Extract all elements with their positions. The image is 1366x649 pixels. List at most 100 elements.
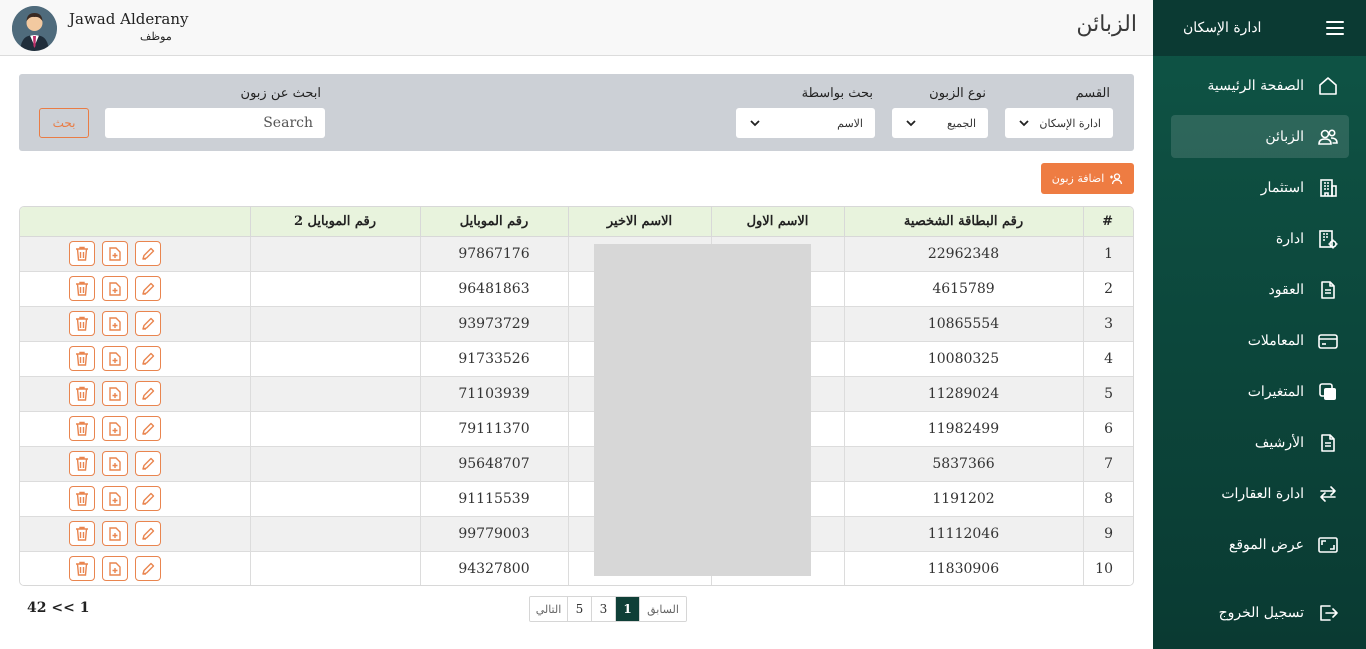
column-header: # [1082, 207, 1133, 237]
search-by-select[interactable]: الاسم [736, 108, 875, 138]
add-document-icon[interactable] [101, 451, 128, 476]
page-button[interactable]: 3 [592, 597, 616, 621]
sidebar-item-label: الصفحة الرئيسية [1207, 77, 1304, 94]
add-customer-button[interactable]: اضافة زبون [1041, 163, 1134, 194]
previous-page-button[interactable]: السابق [640, 597, 686, 621]
search-by-label: بحث بواسطة [801, 86, 873, 101]
id-card-cell: 10865554 [843, 306, 1083, 342]
delete-trash-icon[interactable] [68, 311, 95, 336]
chevron-down-icon [750, 120, 760, 127]
delete-trash-icon[interactable] [68, 416, 95, 441]
sidebar-item-variables[interactable]: المتغيرات [1171, 370, 1349, 413]
actions-cell [20, 516, 250, 552]
table-row: 5 11289024 71103939 [20, 376, 1133, 412]
mobile2-cell [249, 516, 420, 552]
chevron-down-icon [1019, 120, 1029, 127]
mobile-cell: 71103939 [419, 376, 568, 412]
search-input[interactable] [105, 108, 325, 138]
edit-pencil-icon[interactable] [134, 486, 161, 511]
sidebar-item-label: المتغيرات [1247, 383, 1304, 400]
id-card-cell: 5837366 [843, 446, 1083, 482]
mobile-cell: 99779003 [419, 516, 568, 552]
edit-pencil-icon[interactable] [134, 451, 161, 476]
mobile-cell: 79111370 [419, 411, 568, 447]
mobile2-cell [249, 411, 420, 447]
sidebar-item-home[interactable]: الصفحة الرئيسية [1171, 64, 1349, 107]
add-document-icon[interactable] [101, 381, 128, 406]
search-button[interactable]: بحث [39, 108, 89, 138]
hamburger-menu-icon[interactable] [1326, 21, 1344, 35]
edit-pencil-icon[interactable] [134, 521, 161, 546]
mobile2-cell [249, 376, 420, 412]
id-card-cell: 4615789 [843, 271, 1083, 307]
sidebar-item-customers[interactable]: الزبائن [1171, 115, 1349, 158]
sidebar-item-view-site[interactable]: عرض الموقع [1171, 523, 1349, 566]
row-number-cell: 8 [1082, 481, 1133, 517]
delete-trash-icon[interactable] [68, 276, 95, 301]
add-document-icon[interactable] [101, 346, 128, 371]
id-card-cell: 11112046 [843, 516, 1083, 552]
sidebar-item-investment[interactable]: استثمار [1171, 166, 1349, 209]
mobile2-cell [249, 481, 420, 517]
edit-pencil-icon[interactable] [134, 416, 161, 441]
actions-cell [20, 411, 250, 447]
add-document-icon[interactable] [101, 241, 128, 266]
delete-trash-icon[interactable] [68, 451, 95, 476]
mobile-cell: 97867176 [419, 236, 568, 272]
sidebar-item-label: استثمار [1260, 179, 1304, 196]
department-select[interactable]: ادارة الإسكان [1005, 108, 1113, 138]
add-document-icon[interactable] [101, 311, 128, 336]
add-document-icon[interactable] [101, 416, 128, 441]
edit-pencil-icon[interactable] [134, 381, 161, 406]
add-document-icon[interactable] [101, 486, 128, 511]
sidebar-item-archive[interactable]: الأرشيف [1171, 421, 1349, 464]
mobile2-cell [249, 271, 420, 307]
column-header: رقم الموبايل 2 [249, 207, 420, 237]
logout-button[interactable]: تسجيل الخروج [1171, 591, 1349, 634]
sidebar-item-contracts[interactable]: العقود [1171, 268, 1349, 311]
mobile2-cell [249, 236, 420, 272]
add-document-icon[interactable] [101, 556, 128, 582]
delete-trash-icon[interactable] [68, 556, 95, 582]
delete-trash-icon[interactable] [68, 346, 95, 371]
mobile-cell: 91733526 [419, 341, 568, 377]
sidebar-item-label: المعاملات [1247, 332, 1304, 349]
search-label: ابحث عن زبون [240, 86, 321, 101]
id-card-cell: 1191202 [843, 481, 1083, 517]
customer-type-select[interactable]: الجميع [892, 108, 988, 138]
archive-file-icon [1318, 433, 1338, 453]
edit-pencil-icon[interactable] [134, 276, 161, 301]
delete-trash-icon[interactable] [68, 241, 95, 266]
edit-pencil-icon[interactable] [134, 556, 161, 582]
actions-cell [20, 551, 250, 585]
building-gear-icon [1318, 229, 1338, 249]
add-document-icon[interactable] [101, 276, 128, 301]
top-header: Jawad Alderany موظف الزبائن [0, 0, 1153, 56]
users-icon [1318, 127, 1338, 147]
mobile2-cell [249, 341, 420, 377]
sidebar-item-real-estate[interactable]: ادارة العقارات [1171, 472, 1349, 515]
next-page-button[interactable]: التالي [530, 597, 568, 621]
sidebar-title: ادارة الإسكان [1183, 20, 1262, 36]
actions-cell [20, 481, 250, 517]
user-avatar[interactable] [12, 6, 57, 51]
delete-trash-icon[interactable] [68, 486, 95, 511]
add-document-icon[interactable] [101, 521, 128, 546]
edit-pencil-icon[interactable] [134, 311, 161, 336]
delete-trash-icon[interactable] [68, 381, 95, 406]
edit-pencil-icon[interactable] [134, 346, 161, 371]
current-page-button[interactable]: 1 [616, 597, 640, 621]
table-row: 1 22962348 97867176 [20, 236, 1133, 272]
sidebar-item-management[interactable]: ادارة [1171, 217, 1349, 260]
mobile-cell: 91115539 [419, 481, 568, 517]
id-card-cell: 22962348 [843, 236, 1083, 272]
column-header: الاسم الاخير [567, 207, 711, 237]
customer-type-label: نوع الزبون [929, 86, 986, 101]
page-button[interactable]: 5 [568, 597, 592, 621]
home-icon [1318, 76, 1338, 96]
delete-trash-icon[interactable] [68, 521, 95, 546]
table-row: 10 11830906 94327800 [20, 551, 1133, 585]
sidebar-item-transactions[interactable]: المعاملات [1171, 319, 1349, 362]
edit-pencil-icon[interactable] [134, 241, 161, 266]
document-icon [1318, 280, 1338, 300]
